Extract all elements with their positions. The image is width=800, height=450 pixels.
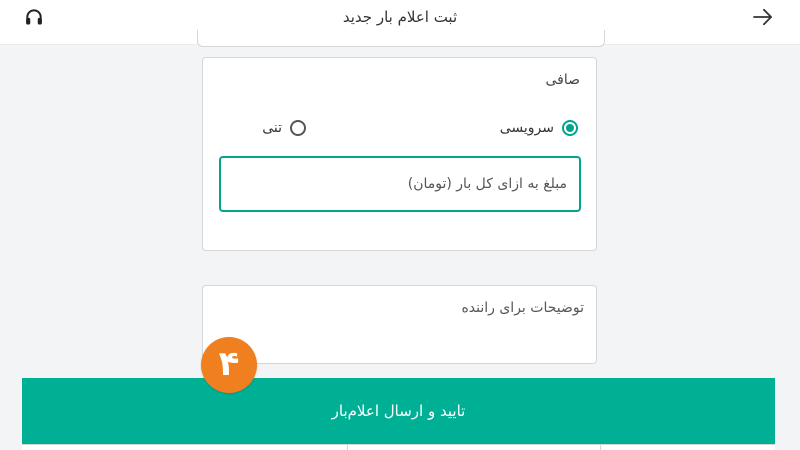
amount-input[interactable] [221, 158, 579, 210]
previous-field[interactable] [197, 30, 605, 47]
radio-service[interactable]: سرویسی [500, 118, 578, 138]
fare-type-panel: صافی سرویسی تنی [202, 57, 597, 251]
radio-service-label: سرویسی [499, 120, 554, 136]
submit-button[interactable]: تایید و ارسال اعلام‌بار [22, 378, 775, 444]
divider [600, 445, 601, 450]
radio-per-ton-label: تنی [262, 120, 282, 136]
step-number-badge: ۴ [201, 337, 257, 393]
radio-per-ton[interactable]: تنی [262, 118, 306, 138]
radio-unselected-icon[interactable] [290, 120, 306, 136]
radio-selected-icon[interactable] [562, 120, 578, 136]
arrow-right-icon[interactable] [752, 8, 774, 26]
amount-field[interactable] [219, 156, 581, 212]
page-title: ثبت اعلام بار جدید [342, 8, 458, 26]
divider [347, 445, 348, 450]
driver-notes-input[interactable] [203, 286, 596, 363]
bottom-nav [22, 444, 775, 450]
driver-notes-field[interactable] [202, 285, 597, 364]
fare-type-label: صافی [545, 72, 580, 88]
